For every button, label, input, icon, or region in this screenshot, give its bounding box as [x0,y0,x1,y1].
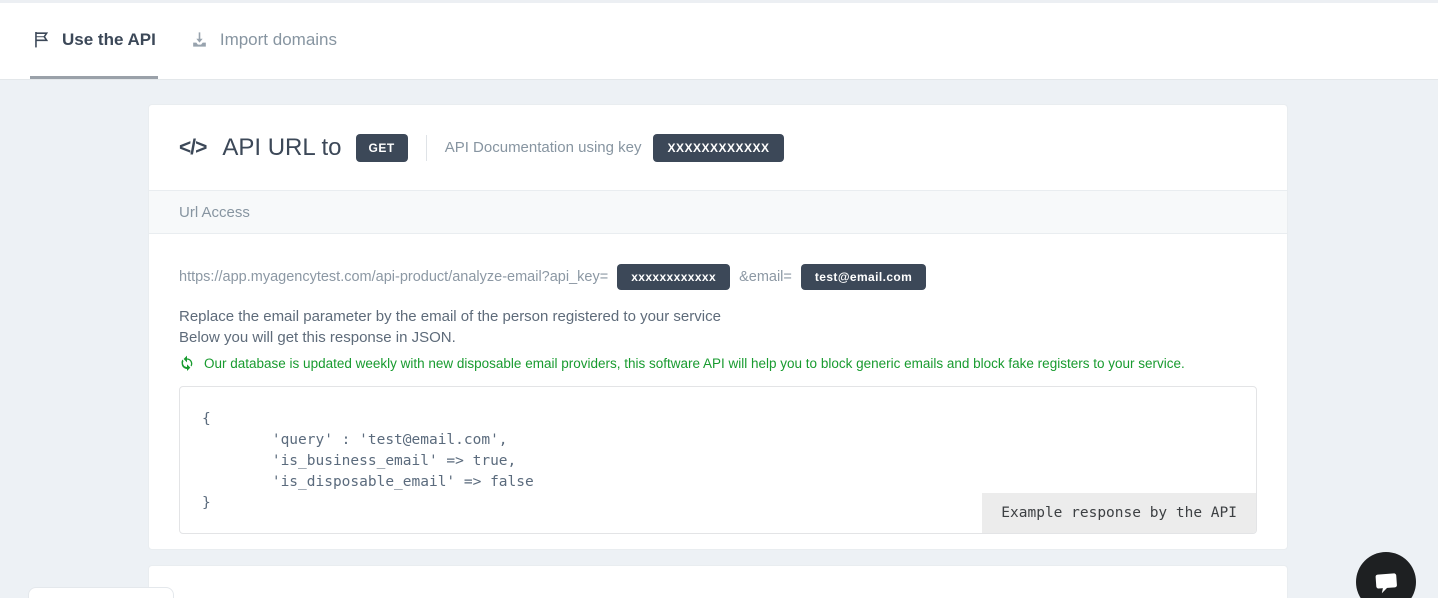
next-section-card [148,565,1288,598]
chat-launcher-button[interactable] [1356,552,1416,598]
api-card-header: </> API URL to GET API Documentation usi… [149,105,1287,190]
url-access-section-header: Url Access [149,190,1287,234]
api-url-card: </> API URL to GET API Documentation usi… [148,104,1288,550]
get-method-badge: GET [356,134,408,162]
card-title: API URL to [222,134,341,162]
tab-import-domains[interactable]: Import domains [188,0,339,79]
email-param-label: &email= [739,269,792,285]
example-response-box: { 'query' : 'test@email.com', 'is_busine… [179,386,1257,534]
api-card-content: https://app.myagencytest.com/api-product… [149,234,1287,550]
tab-bar: Use the API Import domains [0,0,1438,80]
api-url-row: https://app.myagencytest.com/api-product… [179,264,1257,290]
flag-icon [32,30,51,49]
chat-bubble-icon [1370,566,1402,598]
tab-label: Use the API [62,30,156,50]
import-icon [190,30,209,49]
instruction-line: Below you will get this response in JSON… [179,327,1257,348]
refresh-icon [179,355,195,371]
url-access-label: Url Access [179,204,250,221]
instruction-line: Replace the email parameter by the email… [179,306,1257,327]
api-url-base: https://app.myagencytest.com/api-product… [179,269,608,285]
example-response-caption: Example response by the API [982,493,1256,533]
doc-label: API Documentation using key [445,139,642,156]
tooltip-stub [28,587,174,598]
tab-label: Import domains [220,30,337,50]
tab-use-the-api[interactable]: Use the API [30,0,158,79]
header-divider [426,135,427,161]
api-key-badge: XXXXXXXXXXXX [653,134,783,162]
code-icon: </> [179,136,206,160]
email-value-badge: test@email.com [801,264,926,290]
notice-text: Our database is updated weekly with new … [204,356,1185,371]
top-edge-strip [0,0,1438,3]
api-key-value-badge: xxxxxxxxxxxx [617,264,730,290]
database-notice: Our database is updated weekly with new … [179,355,1257,371]
